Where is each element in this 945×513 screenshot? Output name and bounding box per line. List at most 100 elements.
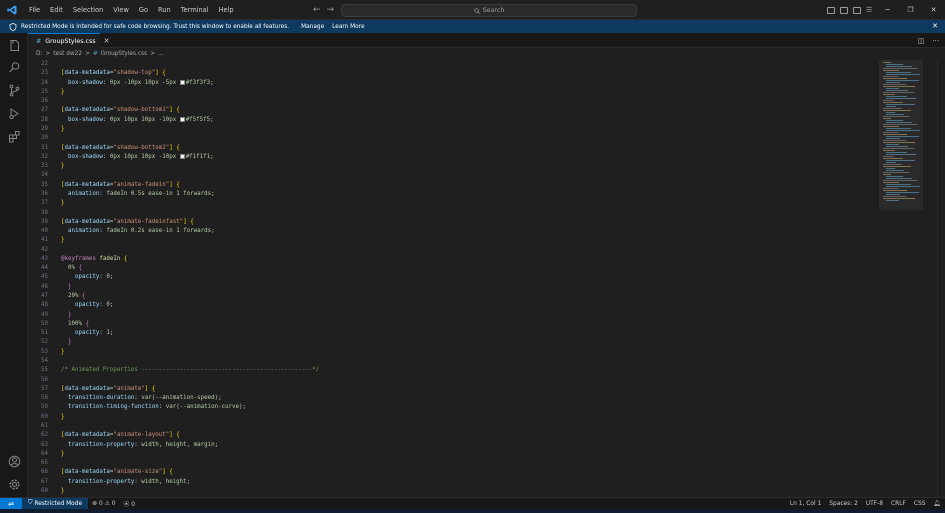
maximize-icon[interactable]: ❐ [899,0,922,20]
minimap-line [886,66,912,67]
minimize-icon[interactable]: ─ [876,0,899,20]
color-swatch [179,153,185,159]
menu-help[interactable]: Help [214,0,239,20]
layout-controls: ☰ [827,0,874,20]
line-content: } [61,348,65,357]
breadcrumb-more[interactable]: ... [158,51,164,57]
minimap-line [886,168,895,169]
close-window-icon[interactable]: ✕ [922,0,945,20]
minimap-line [886,74,920,75]
notifications-bell-icon[interactable]: 🔔︎ [930,501,945,507]
extensions-icon[interactable] [8,130,21,143]
manage-gear-icon[interactable] [8,478,21,491]
learn-more-link[interactable]: Learn More [332,24,364,30]
attribute-value: "animate-size" [113,469,163,476]
close-banner-icon[interactable]: ✕ [932,20,938,33]
explorer-icon[interactable] [8,39,21,52]
minimap-line [886,90,908,91]
keyframe-step: 0% [67,265,75,272]
attribute-value: "shadow-top" [113,70,156,77]
property-value: fadeIn 0.2s ease-in 1 forwards [106,228,212,235]
menu-selection[interactable]: Selection [68,0,108,20]
code-editor[interactable]: 22 23 [data-metadata="shadow-top"] {24 box… [28,60,945,497]
breadcrumb-drive[interactable]: D: [36,51,42,57]
minimap-line [886,80,919,81]
line-number: 49 [41,311,48,318]
minimap-line [883,100,894,101]
error-count: 0 [98,500,103,507]
accounts-icon[interactable] [8,455,21,468]
customize-layout-icon[interactable]: ☰ [866,6,874,14]
minimap[interactable] [879,60,923,220]
semicolon: ; [211,228,215,235]
line-endings[interactable]: CRLF [887,501,910,507]
line-number: 67 [41,478,48,485]
menu-run[interactable]: Run [153,0,176,20]
menu-file[interactable]: File [24,0,45,20]
property-value: 0px 10px 10px -10px [109,116,177,123]
ports-status[interactable]: ⦿ 0 [120,499,140,508]
menu-terminal[interactable]: Terminal [176,0,214,20]
line-content: } [61,450,65,459]
minimap-line [886,114,904,115]
minimap-line [886,184,911,185]
minimap-line [883,196,906,197]
color-value: #f5f5f5 [185,116,211,123]
toggle-secondary-sidebar-icon[interactable] [853,6,861,14]
taskbar-strip [0,509,945,513]
brace: } [67,339,72,346]
run-debug-icon[interactable] [8,107,21,120]
indentation[interactable]: Spaces: 2 [825,501,862,507]
close-tab-icon[interactable]: ✕ [104,37,110,45]
line-content: box-shadow: 0px 10px 10px -10px #f1f1f1; [61,153,214,162]
menu-go[interactable]: Go [134,0,153,20]
search-sidebar-icon[interactable] [8,61,21,74]
menu-view[interactable]: View [108,0,134,20]
toggle-panel-icon[interactable] [840,6,848,14]
line-number: 25 [41,88,48,95]
manage-link[interactable]: Manage [301,24,324,30]
minimap-line [883,158,903,159]
line-number: 40 [41,228,48,235]
language-mode[interactable]: CSS [910,501,930,507]
source-control-icon[interactable] [8,84,21,97]
problems-status[interactable]: ⊗ 0 ⚠ 0 [88,501,119,507]
menu-edit[interactable]: Edit [45,0,68,20]
line-number: 35 [41,181,48,188]
back-arrow-icon[interactable]: ← [313,5,321,15]
line-content: [data-metadata="animate-fadein"] { [61,181,180,190]
attribute-name: data-metadata [64,107,110,114]
line-number: 64 [41,450,48,457]
split-editor-icon[interactable]: ◫ [918,37,925,45]
minimap-line [883,156,894,157]
forward-arrow-icon[interactable]: → [327,5,335,15]
title-bar: File Edit Selection View Go Run Terminal Help ←… [0,0,945,20]
tab-groupstyles-css[interactable]: # GroupStyles.css ✕ [28,33,109,48]
chevron-right-icon: > [45,51,51,57]
property-value: width, height [141,478,187,485]
minimap-line [883,198,915,199]
line-content: } [61,338,72,347]
breadcrumb-file[interactable]: GroupStyles.css [101,51,147,57]
cursor-position[interactable]: Ln 1, Col 1 [786,501,825,507]
encoding[interactable]: UTF-8 [862,501,887,507]
line-number: 46 [41,283,48,290]
vertical-scrollbar[interactable] [937,60,945,497]
property-name: animation [67,228,100,235]
line-number: 42 [41,246,48,253]
restricted-mode-status[interactable]: ⛉ Restricted Mode [22,497,89,510]
minimap-line [886,106,896,107]
toggle-primary-sidebar-icon[interactable] [827,6,835,14]
tab-label: GroupStyles.css [45,37,96,45]
minimap-line [886,128,911,129]
attribute-value: "shadow-bottom2" [113,144,170,151]
breadcrumb-folder[interactable]: test dw22 [53,51,82,57]
warning-count: 0 [111,500,116,507]
semicolon: ; [210,79,214,86]
remote-indicator-icon[interactable]: ⇌ [0,497,22,510]
command-center-search[interactable]: Search [341,4,637,17]
colon: : [102,79,110,86]
more-actions-icon[interactable]: ··· [932,37,939,45]
semicolon: ; [109,302,114,309]
line-number: 37 [41,200,48,207]
